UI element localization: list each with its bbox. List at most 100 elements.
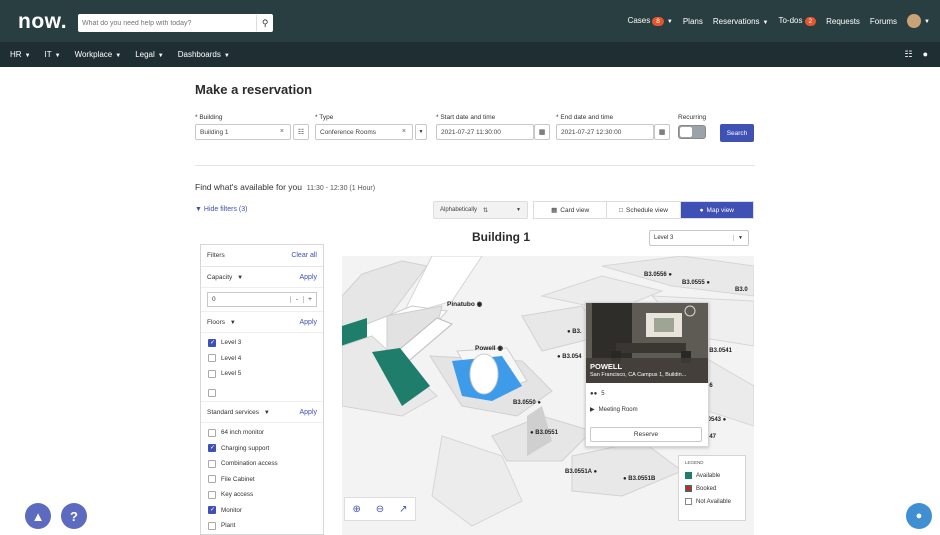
checkbox[interactable] bbox=[208, 521, 216, 530]
tab-schedule-view[interactable]: □ Schedule view bbox=[607, 202, 681, 218]
capacity-section: Capacity ▼ Apply bbox=[201, 267, 323, 288]
nav-forums[interactable]: Forums bbox=[870, 17, 897, 26]
thumbs-up-button[interactable]: ▲ bbox=[25, 503, 51, 529]
service-option[interactable]: Combination access bbox=[201, 456, 323, 472]
type-field[interactable]: Conference Rooms × bbox=[315, 124, 413, 140]
recurring-label: Recurring bbox=[678, 114, 707, 121]
room-label[interactable]: ● B3.0551B bbox=[623, 476, 655, 482]
clear-icon[interactable]: × bbox=[402, 128, 406, 135]
subnav-menu: HR ▼ IT ▼ Workplace ▼ Legal ▼ Dashboards ▼ bbox=[0, 50, 230, 59]
room-label[interactable]: ● B3.0551 bbox=[530, 430, 558, 436]
room-label-powell[interactable]: Powell ◉ bbox=[475, 344, 503, 352]
subnav-item-dashboards[interactable]: Dashboards ▼ bbox=[178, 50, 230, 59]
user-menu[interactable]: ▼ bbox=[907, 14, 930, 28]
reset-view-icon[interactable]: ↗ bbox=[399, 504, 407, 515]
nav-todos[interactable]: To-dos 2 bbox=[778, 16, 817, 26]
nav-reservations[interactable]: Reservations ▼ bbox=[713, 17, 769, 26]
service-option[interactable]: 64 inch monitor bbox=[201, 425, 323, 441]
end-calendar-button[interactable]: ▦ bbox=[654, 124, 670, 140]
filter-icon: ▼ bbox=[195, 206, 202, 213]
start-calendar-button[interactable]: ▦ bbox=[534, 124, 550, 140]
checkbox[interactable] bbox=[208, 444, 216, 453]
floor-option-blank[interactable] bbox=[201, 386, 323, 402]
org-chart-icon[interactable]: ☷ bbox=[904, 49, 912, 60]
room-label[interactable]: B3.0555 ● bbox=[682, 280, 710, 286]
floor-option-level-5[interactable]: Level 5 bbox=[201, 366, 323, 382]
grid-icon: ▦ bbox=[551, 207, 558, 214]
nav-cases[interactable]: Cases 8 ▼ bbox=[628, 16, 673, 26]
capacity-apply-button[interactable]: Apply bbox=[299, 274, 317, 281]
checkbox[interactable] bbox=[208, 459, 216, 468]
room-label[interactable]: B3.0 bbox=[735, 287, 748, 293]
zoom-in-icon[interactable]: ⊕ bbox=[352, 504, 360, 515]
subnav-item-workplace[interactable]: Workplace ▼ bbox=[75, 50, 122, 59]
checkbox[interactable] bbox=[208, 338, 216, 347]
type-dropdown-button[interactable]: ▼ bbox=[415, 124, 427, 140]
room-label-pinatubo[interactable]: Pinatubo ◉ bbox=[447, 300, 482, 308]
reserve-button[interactable]: Reserve bbox=[590, 427, 702, 442]
search-button[interactable]: Search bbox=[720, 124, 754, 142]
chevron-down-icon: ▼ bbox=[24, 53, 31, 59]
subnav-item-hr[interactable]: HR ▼ bbox=[10, 50, 31, 59]
end-date-field[interactable]: 2021-07-27 12:30:00 bbox=[556, 124, 654, 140]
sort-select[interactable]: Alphabetically ⇅ ▼ bbox=[433, 201, 528, 219]
hide-filters-link[interactable]: ▼ Hide filters (3) bbox=[195, 206, 247, 213]
service-option[interactable]: Monitor bbox=[201, 503, 323, 519]
nav-plans[interactable]: Plans bbox=[683, 17, 703, 26]
level-select[interactable]: Level 3 ▼ bbox=[649, 230, 749, 246]
tab-map-view[interactable]: ● Map view bbox=[680, 202, 753, 218]
clear-icon[interactable]: × bbox=[280, 128, 284, 135]
increment-button[interactable]: + bbox=[303, 296, 316, 303]
checkbox[interactable] bbox=[208, 475, 216, 484]
checkbox[interactable] bbox=[208, 389, 216, 398]
room-label-text: Powell bbox=[475, 345, 496, 352]
capacity-input[interactable]: 0 bbox=[208, 296, 290, 303]
room-label-text: B3.0550 bbox=[513, 400, 536, 406]
services-apply-button[interactable]: Apply bbox=[299, 409, 317, 416]
checkbox[interactable] bbox=[208, 490, 216, 499]
service-option[interactable]: Charging support bbox=[201, 441, 323, 457]
floors-apply-button[interactable]: Apply bbox=[299, 319, 317, 326]
subnav-item-legal[interactable]: Legal ▼ bbox=[135, 50, 164, 59]
floor-option-level-4[interactable]: Level 4 bbox=[201, 351, 323, 367]
clear-all-link[interactable]: Clear all bbox=[291, 252, 317, 259]
nav-todos-label: To-dos bbox=[778, 16, 803, 25]
checkbox[interactable] bbox=[208, 428, 216, 437]
room-label[interactable]: B3.0556 ● bbox=[644, 272, 672, 278]
end-date-value: 2021-07-27 12:30:00 bbox=[561, 128, 622, 136]
service-option[interactable]: Key access bbox=[201, 487, 323, 503]
zoom-out-icon[interactable]: ⊖ bbox=[376, 504, 384, 515]
chevron-down-icon: ▼ bbox=[229, 319, 236, 326]
room-label[interactable]: B3.0550 ● bbox=[513, 400, 541, 406]
nav-requests[interactable]: Requests bbox=[826, 17, 860, 26]
room-capacity: ●● 5 bbox=[590, 391, 605, 397]
service-option[interactable]: File Cabinet bbox=[201, 472, 323, 488]
decrement-button[interactable]: - bbox=[290, 296, 303, 303]
checkbox[interactable] bbox=[208, 369, 216, 378]
search-icon[interactable]: ⚲ bbox=[256, 15, 273, 31]
room-label[interactable]: .0543 ● bbox=[706, 417, 726, 423]
subnav-item-it[interactable]: IT ▼ bbox=[45, 50, 61, 59]
recurring-toggle[interactable] bbox=[678, 125, 706, 139]
service-label: Key access bbox=[221, 491, 254, 499]
tab-card-view[interactable]: ▦ Card view bbox=[534, 202, 608, 218]
chat-button[interactable]: ● bbox=[906, 503, 932, 529]
room-label[interactable]: ● B3. bbox=[567, 329, 582, 335]
room-label[interactable]: ● B3.054 bbox=[557, 354, 582, 360]
help-button[interactable]: ? bbox=[61, 503, 87, 529]
user-icon[interactable]: ● bbox=[923, 49, 928, 60]
checkbox[interactable] bbox=[208, 354, 216, 363]
building-field[interactable]: Building 1 × bbox=[195, 124, 291, 140]
search-input[interactable] bbox=[78, 15, 257, 31]
building-hierarchy-button[interactable]: ☷ bbox=[293, 124, 309, 140]
level-value: Level 3 bbox=[654, 235, 674, 241]
floor-option-level-3[interactable]: Level 3 bbox=[201, 335, 323, 351]
room-label[interactable]: B3.0551A ● bbox=[565, 469, 597, 475]
servicenow-logo[interactable]: now. bbox=[18, 10, 67, 34]
capacity-toggle[interactable]: Capacity ▼ bbox=[207, 274, 243, 281]
start-date-field[interactable]: 2021-07-27 11:30:00 bbox=[436, 124, 534, 140]
floors-toggle[interactable]: Floors ▼ bbox=[207, 319, 236, 326]
services-toggle[interactable]: Standard services ▼ bbox=[207, 409, 270, 416]
checkbox[interactable] bbox=[208, 506, 216, 515]
service-option[interactable]: Plant bbox=[201, 518, 323, 534]
